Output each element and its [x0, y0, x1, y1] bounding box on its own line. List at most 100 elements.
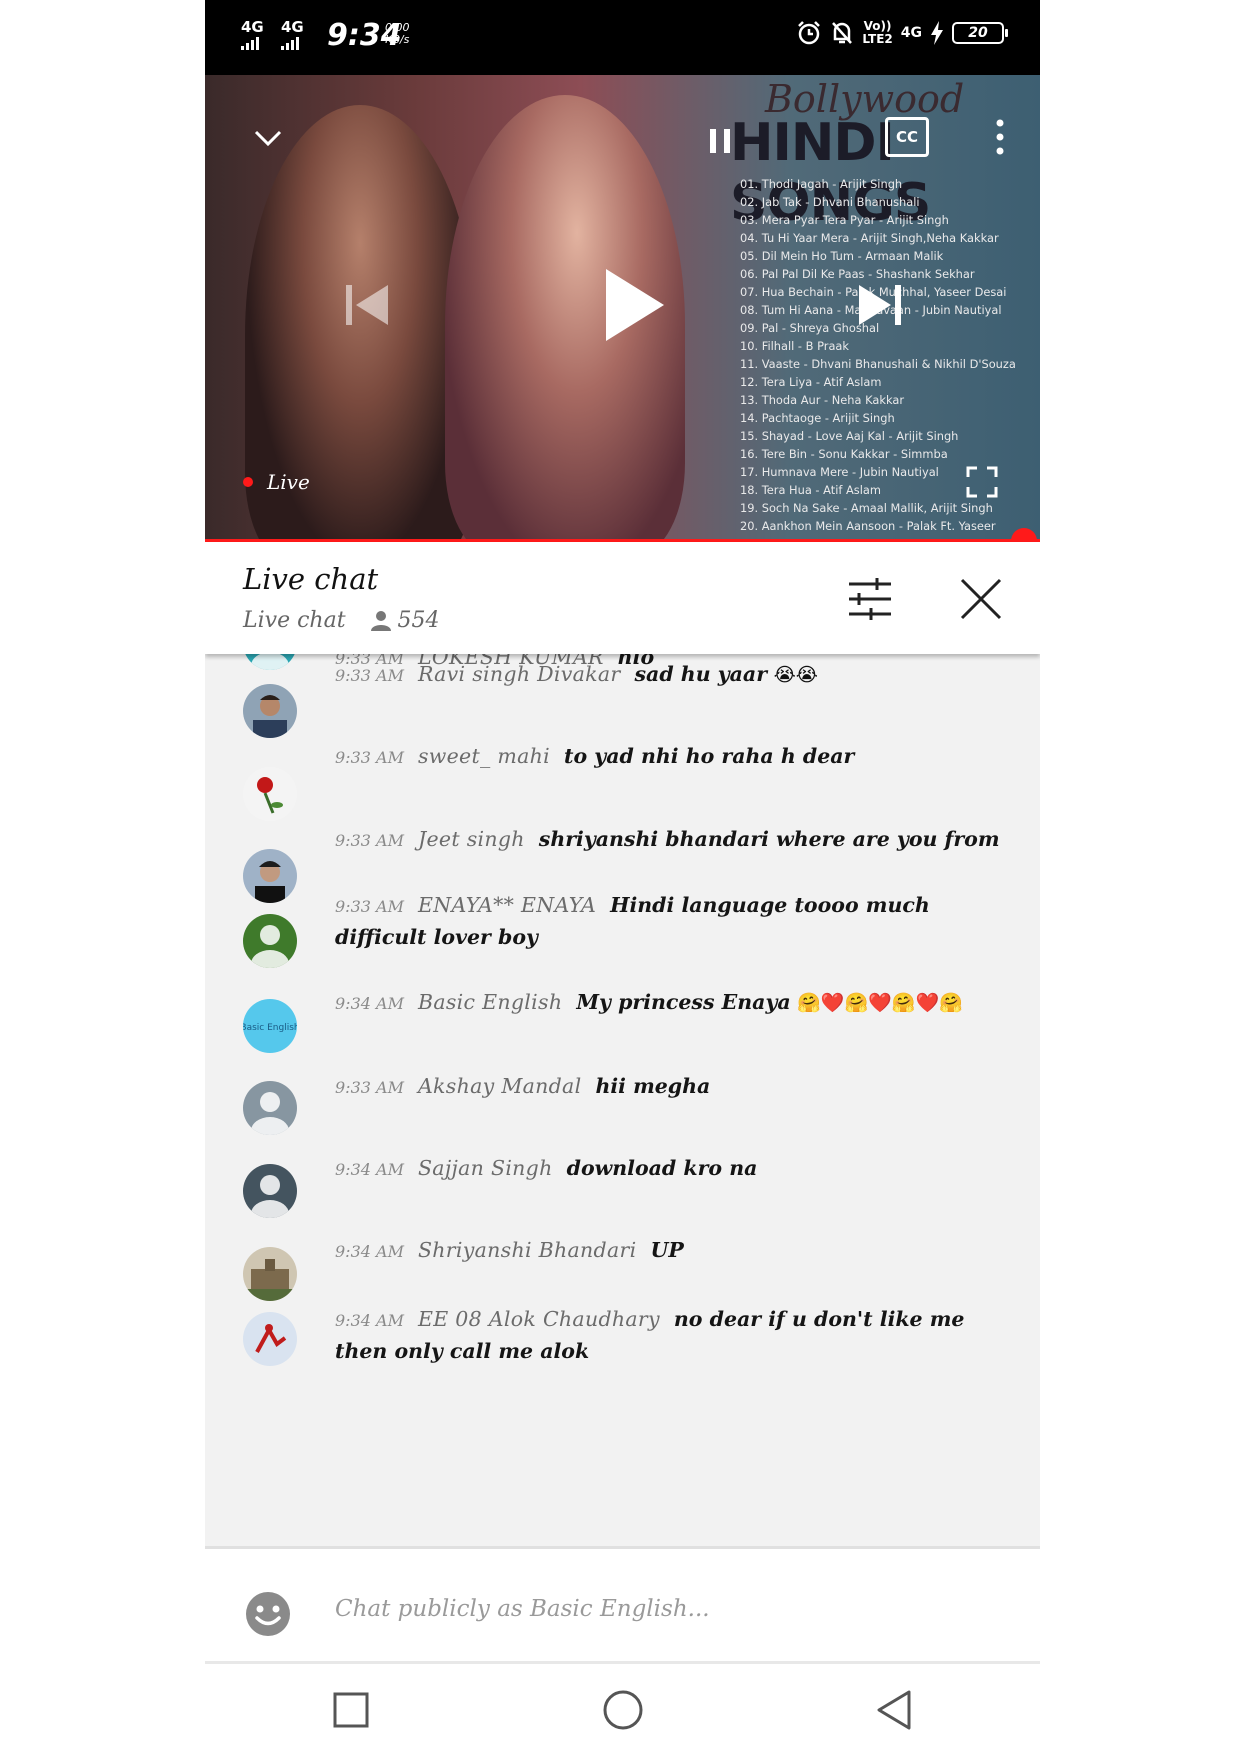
tracklist-item: 12. Tera Liya - Atif Aslam: [740, 375, 882, 389]
status-icons: Vo)) LTE2 4G 20: [796, 20, 1008, 46]
viewer-count: 554: [397, 608, 440, 633]
alarm-icon: [798, 21, 821, 45]
tracklist-item: 10. Filhall - B Praak: [740, 339, 850, 353]
network-speed-unit: KB/s: [385, 33, 410, 46]
avatar[interactable]: [243, 654, 297, 670]
message-emoji: 🤗❤️🤗❤️🤗❤️🤗: [797, 992, 963, 1014]
tracklist-item: 20. Aankhon Mein Aansoon - Palak Ft. Yas…: [740, 519, 996, 533]
message-time: 9:34 AM: [335, 1242, 404, 1261]
message-text-block: 9:33 AM Jeet singh shriyanshi bhandari whe…: [335, 824, 1015, 856]
filter-sliders-icon[interactable]: [847, 576, 893, 622]
message-text-block: 9:34 AM Shriyanshi Bhandari UP: [335, 1235, 1015, 1267]
captions-label: CC: [895, 128, 919, 146]
avatar-text: Basic English: [243, 1023, 297, 1033]
message-author[interactable]: sweet_ mahi: [418, 744, 550, 768]
message-author[interactable]: Jeet singh: [418, 827, 525, 851]
recents-square-icon[interactable]: [329, 1688, 373, 1732]
live-dot-icon: [243, 477, 253, 487]
tracklist-item: 01. Thodi Jagah - Arijit Singh: [740, 177, 903, 191]
close-icon[interactable]: [958, 576, 1004, 622]
status-bar: 4G 4G 9:34 0.00 KB/s Vo)) LTE2 4G 20: [205, 0, 1040, 75]
avatar[interactable]: [243, 1312, 297, 1366]
collapse-chevron-icon[interactable]: [250, 120, 286, 156]
mute-bell-icon: [832, 22, 853, 44]
tracklist-item: 11. Vaaste - Dhvani Bhanushali & Nikhil …: [740, 357, 1016, 371]
sim1-label: 4G: [241, 18, 264, 36]
chat-input-bar: [205, 1546, 1040, 1664]
avatar[interactable]: [243, 1081, 297, 1135]
message-content: download kro na: [566, 1156, 758, 1180]
message-time: 9:33 AM: [335, 748, 404, 767]
message-time: 9:33 AM: [335, 897, 404, 916]
person-icon: [370, 610, 391, 631]
tracklist-item: 03. Mera Pyar Tera Pyar - Arijit Singh: [740, 213, 949, 227]
message-text-block: 9:34 AM Basic English My princess Enaya 🤗❤…: [335, 987, 1015, 1019]
sim2-label: 4G: [281, 18, 304, 36]
message-author[interactable]: ENAYA** ENAYA: [418, 893, 596, 917]
tracklist-item: 15. Shayad - Love Aaj Kal - Arijit Singh: [740, 429, 959, 443]
more-options-icon[interactable]: [985, 115, 1015, 160]
home-circle-icon[interactable]: [601, 1688, 645, 1732]
lte2-label: LTE2: [862, 32, 893, 46]
chat-message-list[interactable]: 9:33 AM LOKESH KUMAR hlo 9:33 AM Ravi singh …: [205, 654, 1040, 1546]
chat-header: Live chat Live chat 554: [205, 542, 1040, 654]
system-nav-bar: [205, 1664, 1040, 1753]
avatar[interactable]: [243, 849, 297, 903]
network-speed: 0.00 KB/s: [385, 22, 410, 46]
fullscreen-icon[interactable]: [965, 465, 999, 499]
avatar[interactable]: Basic English: [243, 999, 297, 1053]
message-author[interactable]: EE 08 Alok Chaudhary: [418, 1307, 660, 1331]
avatar[interactable]: [243, 684, 297, 738]
chat-mode-selector[interactable]: Live chat 554: [243, 608, 440, 633]
next-icon[interactable]: [853, 280, 909, 330]
emoji-icon[interactable]: [245, 1591, 291, 1637]
battery-level: 20: [968, 25, 988, 41]
message-text-block: 9:33 AM Ravi singh Divakar sad hu yaar 😭😭: [335, 659, 1015, 691]
message-emoji: 😭😭: [773, 664, 818, 686]
message-time: 9:33 AM: [335, 1078, 404, 1097]
pause-icon[interactable]: [705, 123, 735, 159]
message-author[interactable]: Akshay Mandal: [418, 1074, 582, 1098]
message-text-block: 9:34 AM EE 08 Alok Chaudhary no dear if u …: [335, 1304, 1015, 1367]
message-time: 9:34 AM: [335, 1160, 404, 1179]
phone-screen: 4G 4G 9:34 0.00 KB/s Vo)) LTE2 4G 20 Bol…: [205, 0, 1040, 1753]
message-author[interactable]: Sajjan Singh: [418, 1156, 553, 1180]
tracklist-item: 14. Pachtaoge - Arijit Singh: [740, 411, 895, 425]
message-text-block: 9:34 AM Sajjan Singh download kro na: [335, 1153, 1015, 1185]
tracklist-item: 05. Dil Mein Ho Tum - Armaan Malik: [740, 249, 944, 263]
message-author[interactable]: Ravi singh Divakar: [418, 662, 621, 686]
message-author[interactable]: Basic English: [418, 990, 562, 1014]
message-text-block: 9:33 AM sweet_ mahi to yad nhi ho raha h d…: [335, 741, 1015, 773]
live-label: Live: [267, 470, 310, 494]
chat-subtitle: Live chat: [243, 608, 346, 633]
live-indicator[interactable]: Live: [243, 470, 310, 494]
message-time: 9:34 AM: [335, 1311, 404, 1330]
chat-title: Live chat: [243, 562, 379, 596]
message-text-block: 9:33 AM Akshay Mandal hii megha: [335, 1071, 1015, 1103]
message-author[interactable]: Shriyanshi Bhandari: [418, 1238, 637, 1262]
tracklist-item: 13. Thoda Aur - Neha Kakkar: [740, 393, 905, 407]
video-player[interactable]: Bollywood HINDI SONGS 01. Thodi Jagah - …: [205, 75, 1040, 542]
message-content: UP: [650, 1238, 684, 1262]
avatar[interactable]: [243, 914, 297, 968]
tracklist-item: 19. Soch Na Sake - Amaal Mallik, Arijit …: [740, 501, 993, 515]
avatar[interactable]: [243, 767, 297, 821]
message-content: to yad nhi ho raha h dear: [564, 744, 855, 768]
avatar[interactable]: [243, 1247, 297, 1301]
tracklist-item: 02. Jab Tak - Dhvani Bhanushali: [740, 195, 920, 209]
sim1-signal: 4G: [241, 20, 264, 50]
tracklist-item: 04. Tu Hi Yaar Mera - Arijit Singh,Neha …: [740, 231, 999, 245]
avatar[interactable]: [243, 1164, 297, 1218]
chat-message-input[interactable]: [335, 1589, 975, 1629]
volte-indicator: Vo)) LTE2: [862, 20, 892, 46]
message-content: My princess Enaya: [576, 990, 791, 1014]
back-triangle-icon[interactable]: [873, 1688, 917, 1732]
message-content: sad hu yaar: [634, 662, 768, 686]
play-icon[interactable]: [598, 265, 668, 345]
message-content: shriyanshi bhandari where are you from: [538, 827, 1000, 851]
sim2-signal: 4G: [281, 20, 304, 50]
previous-icon[interactable]: [338, 280, 394, 330]
captions-button[interactable]: CC: [885, 117, 929, 157]
message-time: 9:33 AM: [335, 831, 404, 850]
charging-icon: [931, 21, 943, 45]
